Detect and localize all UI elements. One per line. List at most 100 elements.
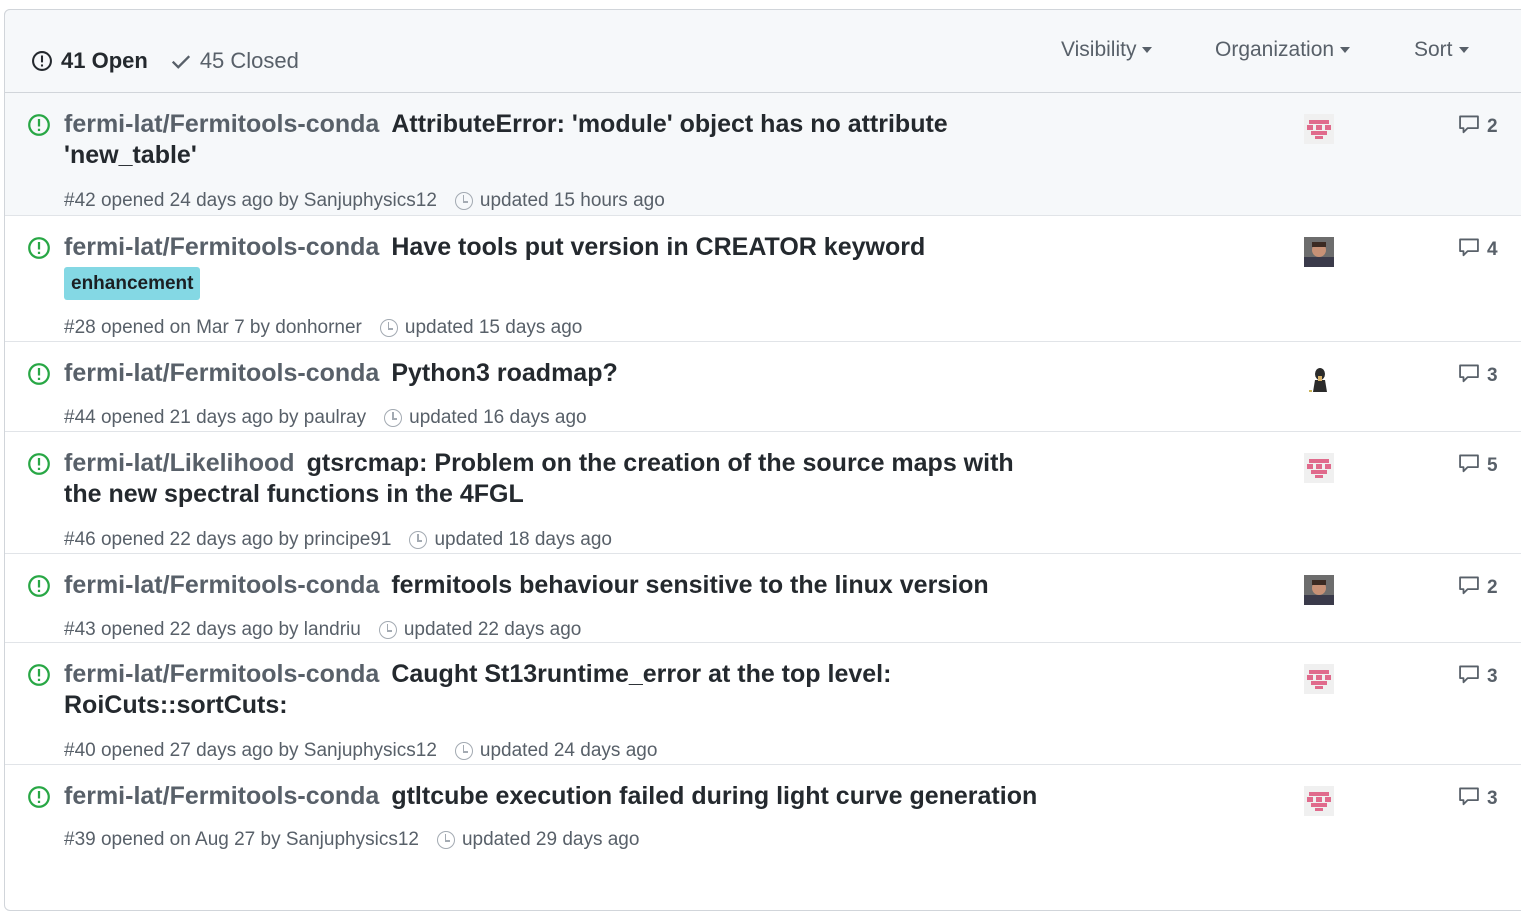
issue-open-icon <box>27 236 51 265</box>
issue-title-block: fermi-lat/Fermitools-conda gtltcube execu… <box>64 781 1044 812</box>
issue-opened-text: #42 opened 24 days ago by Sanjuphysics12 <box>64 190 437 211</box>
clock-icon <box>409 531 428 549</box>
issue-title-line1: Python3 roadmap? <box>391 359 618 387</box>
comment-count: 3 <box>1487 365 1498 386</box>
comment-count: 3 <box>1487 666 1498 687</box>
issue-title-block: fermi-lat/Fermitools-conda fermitools beh… <box>64 570 1044 601</box>
issue-title-line2: RoiCuts::sortCuts: <box>64 691 288 719</box>
issue-meta: #40 opened 27 days ago by Sanjuphysics12… <box>64 740 657 762</box>
issue-opened-text: #43 opened 22 days ago by landriu <box>64 619 361 640</box>
issue-title-line2: the new spectral functions in the 4FGL <box>64 480 524 508</box>
comment-count: 5 <box>1487 455 1498 476</box>
issue-title-link[interactable]: gtltcube execution failed during light c… <box>391 782 1037 810</box>
issue-updated-text: updated 22 days ago <box>403 619 582 640</box>
repo-link[interactable]: fermi-lat/Fermitools-conda <box>64 233 379 261</box>
assignee-avatar[interactable] <box>1304 664 1334 694</box>
comment-count: 2 <box>1487 577 1498 598</box>
issue-title-line1: Have tools put version in CREATOR keywor… <box>391 233 926 261</box>
issue-row[interactable]: fermi-lat/Fermitools-conda AttributeError… <box>5 93 1521 215</box>
comment-count: 3 <box>1487 788 1498 809</box>
issue-title-line1: Caught St13runtime_error at the top leve… <box>391 660 892 688</box>
issue-title-line1: AttributeError: 'module' object has no a… <box>391 110 948 138</box>
issue-updated-text: updated 15 days ago <box>404 317 583 338</box>
issue-row[interactable]: fermi-lat/Fermitools-conda Have tools put… <box>5 215 1521 342</box>
state-toggle: 41 Open 45 Closed <box>31 48 299 74</box>
issue-meta: #43 opened 22 days ago by landriu updated… <box>64 619 581 641</box>
issue-meta: #46 opened 22 days ago by principe91 upda… <box>64 529 612 551</box>
issue-open-icon <box>32 51 52 71</box>
filter-bar: Visibility Organization Sort <box>821 38 1521 68</box>
assignee-avatar[interactable] <box>1304 453 1334 483</box>
clock-icon <box>454 192 473 210</box>
open-issues-tab[interactable]: 41 Open <box>31 48 148 74</box>
issue-updated-text: updated 15 hours ago <box>479 190 665 211</box>
comment-count-link[interactable]: 3 <box>1457 663 1498 691</box>
issue-title-block: fermi-lat/Fermitools-conda Python3 roadma… <box>64 358 1044 389</box>
sort-label: Sort <box>1414 38 1453 61</box>
issue-meta: #28 opened on Mar 7 by donhorner updated … <box>64 317 582 339</box>
issue-title-block: fermi-lat/Fermitools-conda Caught St13run… <box>64 659 1044 721</box>
repo-link[interactable]: fermi-lat/Fermitools-conda <box>64 660 379 688</box>
issue-row[interactable]: fermi-lat/Likelihood gtsrcmap: Problem on… <box>5 431 1521 554</box>
issue-title-link[interactable]: fermitools behaviour sensitive to the li… <box>391 571 988 599</box>
clock-icon <box>436 831 455 849</box>
assignee-avatar[interactable] <box>1304 575 1334 605</box>
assignee-avatar[interactable] <box>1304 114 1334 144</box>
check-icon <box>171 55 190 69</box>
comment-icon <box>1457 452 1487 480</box>
organization-dropdown[interactable]: Organization <box>1215 38 1351 62</box>
assignee-avatar[interactable] <box>1304 237 1334 267</box>
caret-down-icon <box>1142 47 1153 53</box>
comment-count-link[interactable]: 5 <box>1457 452 1498 480</box>
issue-updated-text: updated 24 days ago <box>479 740 658 761</box>
repo-link[interactable]: fermi-lat/Fermitools-conda <box>64 782 379 810</box>
caret-down-icon <box>1340 47 1351 53</box>
closed-count-label: 45 Closed <box>199 48 299 73</box>
issue-row[interactable]: fermi-lat/Fermitools-conda fermitools beh… <box>5 553 1521 643</box>
issue-updated-text: updated 18 days ago <box>434 529 612 550</box>
comment-count-link[interactable]: 2 <box>1457 574 1498 602</box>
open-count-label: 41 Open <box>61 48 148 73</box>
comment-count: 2 <box>1487 116 1498 137</box>
repo-link[interactable]: fermi-lat/Fermitools-conda <box>64 110 379 138</box>
issue-title-block: fermi-lat/Fermitools-conda Have tools put… <box>64 232 1044 300</box>
repo-link[interactable]: fermi-lat/Fermitools-conda <box>64 359 379 387</box>
comment-icon <box>1457 574 1487 602</box>
issue-open-icon <box>27 785 51 814</box>
comment-icon <box>1457 785 1487 813</box>
issue-updated-text: updated 16 days ago <box>409 407 587 428</box>
clock-icon <box>384 409 403 427</box>
issue-title-link[interactable]: Have tools put version in CREATOR keywor… <box>391 233 925 261</box>
comment-icon <box>1457 236 1487 264</box>
repo-link[interactable]: fermi-lat/Likelihood <box>64 449 295 477</box>
issue-title-line1: gtltcube execution failed during light c… <box>391 782 1038 810</box>
issue-opened-text: #46 opened 22 days ago by principe91 <box>64 529 392 550</box>
comment-icon <box>1457 113 1487 141</box>
issue-open-icon <box>27 574 51 603</box>
comment-count-link[interactable]: 3 <box>1457 785 1498 813</box>
label-badge[interactable]: enhancement <box>64 267 201 300</box>
sort-dropdown[interactable]: Sort <box>1414 38 1469 62</box>
comment-count-link[interactable]: 3 <box>1457 362 1498 390</box>
issue-row[interactable]: fermi-lat/Fermitools-conda Caught St13run… <box>5 642 1521 765</box>
comment-count-link[interactable]: 2 <box>1457 113 1498 141</box>
issue-row[interactable]: fermi-lat/Fermitools-conda gtltcube execu… <box>5 764 1521 855</box>
issue-open-icon <box>27 452 51 481</box>
clock-icon <box>379 319 398 337</box>
issue-opened-text: #44 opened 21 days ago by paulray <box>64 407 367 428</box>
closed-issues-tab[interactable]: 45 Closed <box>170 48 299 74</box>
issue-title-link[interactable]: Python3 roadmap? <box>391 359 617 387</box>
assignee-avatar[interactable] <box>1304 363 1334 393</box>
issue-row[interactable]: fermi-lat/Fermitools-conda Python3 roadma… <box>5 341 1521 432</box>
visibility-dropdown[interactable]: Visibility <box>1061 38 1153 62</box>
issue-meta: #42 opened 24 days ago by Sanjuphysics12… <box>64 190 665 212</box>
issue-open-icon <box>27 663 51 692</box>
issue-title-line2: 'new_table' <box>64 141 197 169</box>
assignee-avatar[interactable] <box>1304 786 1334 816</box>
comment-icon <box>1457 362 1487 390</box>
repo-link[interactable]: fermi-lat/Fermitools-conda <box>64 571 379 599</box>
comment-count-link[interactable]: 4 <box>1457 236 1498 264</box>
caret-down-icon <box>1458 47 1469 53</box>
organization-label: Organization <box>1215 38 1335 61</box>
visibility-label: Visibility <box>1061 38 1137 61</box>
